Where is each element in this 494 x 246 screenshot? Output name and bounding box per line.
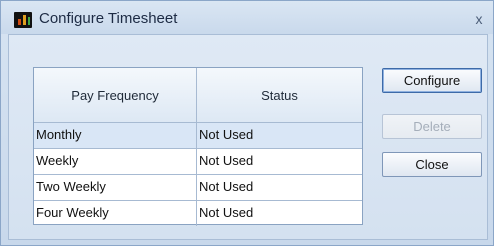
status-cell: Not Used xyxy=(199,127,254,142)
table-row[interactable]: Monthly Not Used xyxy=(34,123,362,149)
configure-timesheet-dialog: Configure Timesheet x Pay Frequency Stat… xyxy=(0,0,494,246)
configure-button[interactable]: Configure xyxy=(382,68,482,93)
status-cell: Not Used xyxy=(199,153,254,168)
status-cell: Not Used xyxy=(199,179,254,194)
dialog-content: Pay Frequency Status Monthly Not Used We… xyxy=(8,34,488,240)
table-row[interactable]: Two Weekly Not Used xyxy=(34,175,362,201)
pay-frequency-cell: Four Weekly xyxy=(34,201,197,226)
table-row[interactable]: Weekly Not Used xyxy=(34,149,362,175)
app-icon xyxy=(14,12,32,28)
status-cell: Not Used xyxy=(199,205,254,220)
delete-button[interactable]: Delete xyxy=(382,114,482,139)
table-row[interactable]: Four Weekly Not Used xyxy=(34,201,362,226)
pay-frequency-cell: Monthly xyxy=(34,123,197,148)
close-button[interactable]: Close xyxy=(382,152,482,177)
pay-frequency-cell: Two Weekly xyxy=(34,175,197,200)
title-bar: Configure Timesheet x xyxy=(1,1,493,34)
pay-frequency-table: Pay Frequency Status Monthly Not Used We… xyxy=(33,67,363,226)
window-title: Configure Timesheet xyxy=(39,10,178,27)
close-icon[interactable]: x xyxy=(469,10,489,28)
column-header-status[interactable]: Status xyxy=(197,68,362,122)
table-header: Pay Frequency Status xyxy=(34,68,362,123)
pay-frequency-cell: Weekly xyxy=(34,149,197,174)
column-header-pay-frequency[interactable]: Pay Frequency xyxy=(34,68,197,122)
